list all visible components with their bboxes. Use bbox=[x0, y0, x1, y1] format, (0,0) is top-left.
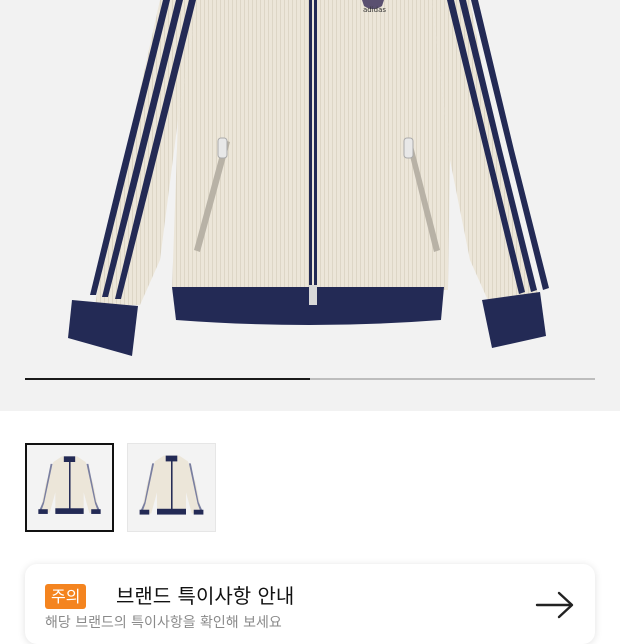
brand-notice-card[interactable]: 주의 브랜드 특이사항 안내 해당 브랜드의 특이사항을 확인해 보세요 bbox=[25, 564, 595, 644]
arrow-right-icon[interactable] bbox=[535, 590, 575, 620]
caution-badge: 주의 bbox=[45, 584, 87, 609]
brand-logo-text: adidas bbox=[363, 6, 387, 14]
thumbnail-1[interactable] bbox=[25, 443, 114, 532]
gallery-progress-fill bbox=[25, 378, 310, 380]
product-image-gallery[interactable]: adidas bbox=[0, 0, 620, 411]
notice-title: 브랜드 특이사항 안내 bbox=[116, 584, 295, 608]
product-image bbox=[68, 0, 549, 356]
thumbnail-2[interactable] bbox=[127, 443, 216, 532]
thumbnail-list bbox=[25, 443, 216, 532]
thumbnail-image bbox=[139, 455, 204, 515]
gallery-progress-bar bbox=[25, 378, 595, 380]
thumbnail-image bbox=[38, 456, 101, 514]
notice-subtitle: 해당 브랜드의 특이사항을 확인해 보세요 bbox=[45, 615, 282, 631]
